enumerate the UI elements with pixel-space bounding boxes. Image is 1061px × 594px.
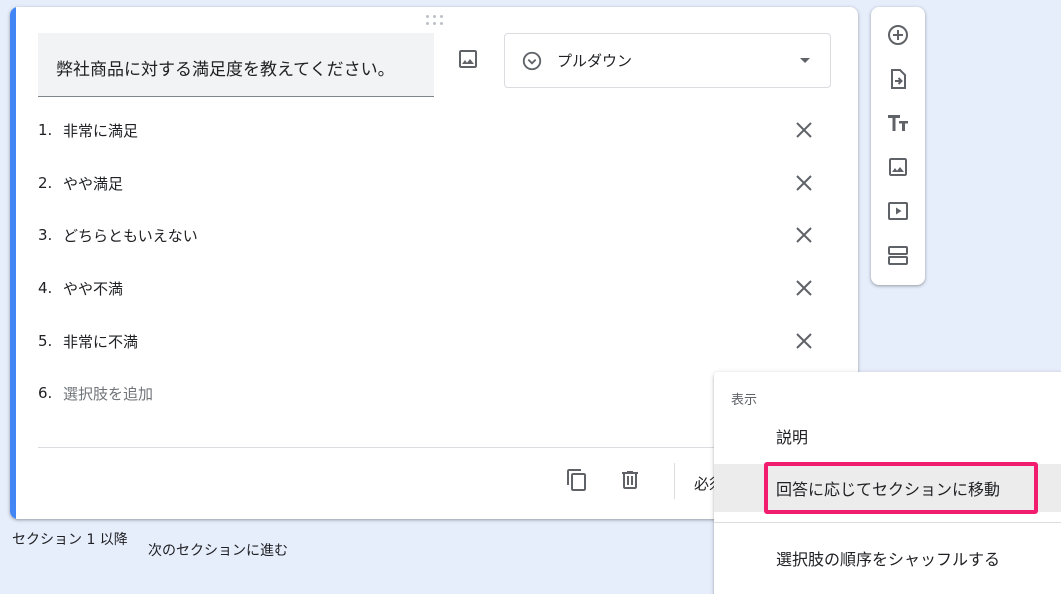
question-type-dropdown[interactable]: プルダウン — [504, 33, 831, 88]
option-number: 5. — [38, 332, 53, 350]
add-title-icon[interactable] — [886, 111, 910, 135]
option-number: 6. — [38, 384, 53, 402]
menu-item-shuffle[interactable]: 選択肢の順序をシャッフルする — [714, 534, 1061, 582]
option-item[interactable]: 4. やや不満 — [38, 273, 818, 303]
menu-separator — [714, 522, 1061, 523]
import-questions-icon[interactable] — [886, 67, 910, 91]
add-image-icon[interactable] — [886, 155, 910, 179]
add-video-icon[interactable] — [886, 199, 910, 223]
active-accent-bar — [10, 7, 16, 519]
option-label[interactable]: やや満足 — [63, 173, 123, 194]
question-title-text: 弊社商品に対する満足度を教えてください。 — [56, 60, 395, 80]
more-options-menu: 表示 説明 回答に応じてセクションに移動 選択肢の順序をシャッフルする — [714, 372, 1061, 594]
add-section-icon[interactable] — [886, 243, 910, 267]
question-title-input[interactable]: 弊社商品に対する満足度を教えてください。 — [38, 33, 434, 97]
highlight-box — [764, 462, 1038, 514]
add-option-item[interactable]: 6. 選択肢を追加 — [38, 378, 818, 408]
section-after-label: セクション 1 以降 — [12, 532, 128, 548]
chevron-down-icon — [800, 58, 810, 63]
option-label[interactable]: やや不満 — [63, 278, 123, 299]
question-type-label: プルダウン — [557, 52, 633, 70]
option-item[interactable]: 5. 非常に不満 — [38, 326, 818, 356]
close-icon[interactable] — [794, 120, 814, 140]
close-icon[interactable] — [794, 225, 814, 245]
section-navigation-select[interactable]: 次のセクションに進む — [148, 540, 288, 560]
option-label[interactable]: どちらともいえない — [63, 225, 198, 246]
add-image-icon[interactable] — [456, 47, 480, 71]
footer-separator — [674, 463, 675, 499]
dropdown-type-icon — [521, 50, 543, 72]
floating-toolbar — [871, 7, 925, 285]
drag-handle-icon[interactable] — [426, 15, 444, 25]
close-icon[interactable] — [794, 173, 814, 193]
menu-header: 表示 — [731, 393, 758, 408]
add-question-icon[interactable] — [886, 23, 910, 47]
option-item[interactable]: 3. どちらともいえない — [38, 220, 818, 250]
option-number: 3. — [38, 226, 53, 244]
option-number: 1. — [38, 121, 53, 139]
option-label[interactable]: 非常に満足 — [63, 120, 138, 141]
copy-icon[interactable] — [565, 468, 589, 492]
close-icon[interactable] — [794, 278, 814, 298]
menu-item-description[interactable]: 説明 — [714, 412, 1061, 460]
trash-icon[interactable] — [618, 468, 642, 492]
option-label[interactable]: 非常に不満 — [63, 331, 138, 352]
close-icon[interactable] — [794, 331, 814, 351]
option-number: 4. — [38, 279, 53, 297]
add-option-label[interactable]: 選択肢を追加 — [63, 383, 153, 404]
option-item[interactable]: 1. 非常に満足 — [38, 115, 818, 145]
option-item[interactable]: 2. やや満足 — [38, 168, 818, 198]
option-number: 2. — [38, 174, 53, 192]
